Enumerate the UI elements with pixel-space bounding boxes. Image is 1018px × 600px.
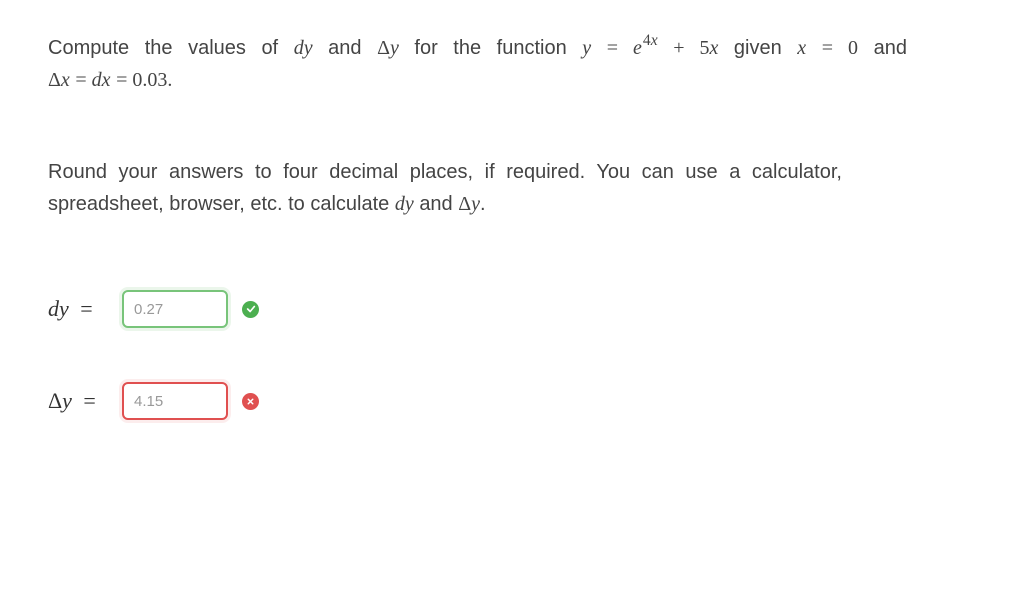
math-dy: dy xyxy=(294,37,313,59)
var-y: y xyxy=(582,37,591,59)
period: . xyxy=(480,193,486,215)
cross-icon xyxy=(242,393,259,410)
plus-5x: + 5x xyxy=(673,37,718,59)
Dy-label: Δy = xyxy=(48,388,112,414)
equals: = xyxy=(607,37,633,59)
instruction-paragraph: Round your answers to four decimal place… xyxy=(48,156,970,220)
equals: = xyxy=(78,388,96,413)
problem-line-1: Compute the values of dy and Δy for the … xyxy=(48,32,970,64)
exponent: 4x xyxy=(643,32,658,49)
Dy-text: Δy xyxy=(48,388,72,413)
text: for the function xyxy=(414,37,582,59)
dy: dy xyxy=(395,193,414,215)
zero: 0 xyxy=(848,37,858,59)
var-x: x xyxy=(797,37,806,59)
Dy: Δy xyxy=(458,193,480,215)
Dy-input[interactable] xyxy=(122,382,228,420)
equals: = xyxy=(75,69,91,91)
instruction-line-1: Round your answers to four decimal place… xyxy=(48,156,970,188)
text: given xyxy=(734,37,797,59)
instruction-line-2: spreadsheet, browser, etc. to calculate … xyxy=(48,188,970,220)
dy-input[interactable] xyxy=(122,290,228,328)
check-icon xyxy=(242,301,259,318)
answer-row-dy: dy = xyxy=(48,290,970,328)
e-base: e xyxy=(633,37,642,59)
math-Dy: Δy xyxy=(377,37,399,59)
equals: = xyxy=(75,296,93,321)
value: 0.03. xyxy=(132,69,172,91)
text: and xyxy=(419,193,458,215)
text: and xyxy=(874,37,907,59)
equals: = xyxy=(116,69,132,91)
var-y: y xyxy=(390,37,399,59)
equals: = xyxy=(822,37,848,59)
dy-label: dy = xyxy=(48,296,112,322)
text: and xyxy=(328,37,377,59)
problem-line-2: Δx = dx = 0.03. xyxy=(48,64,970,96)
text: spreadsheet, browser, etc. to calculate xyxy=(48,193,395,215)
delta-x: Δx xyxy=(48,69,70,91)
text: Compute the values of xyxy=(48,37,294,59)
dy-text: dy xyxy=(48,296,69,321)
dx: dx xyxy=(92,69,111,91)
answer-row-Dy: Δy = xyxy=(48,382,970,420)
